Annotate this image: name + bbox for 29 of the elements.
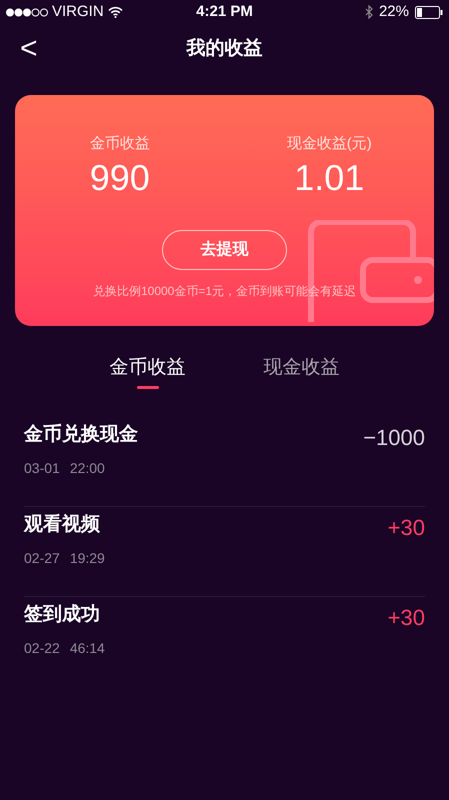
record-time: 46:14: [70, 639, 105, 658]
record-date: 02-27: [24, 549, 60, 568]
exchange-note: 兑换比例10000金币=1元，金币到账可能会有延迟: [92, 282, 356, 300]
stat-value: 990: [90, 158, 150, 198]
page-title: 我的收益: [186, 36, 262, 61]
stat-value: 1.01: [294, 158, 364, 198]
record-title: 观看视频: [24, 512, 101, 536]
record-time: 19:29: [70, 549, 105, 568]
back-button[interactable]: <: [20, 34, 38, 64]
clock-time: 4:21 PM: [196, 2, 253, 22]
record-amount: −1000: [363, 424, 425, 452]
tab[interactable]: 金币收益: [110, 354, 186, 388]
record-amount: +30: [388, 604, 425, 632]
record-title: 签到成功: [24, 602, 101, 626]
signal-icon: [6, 8, 48, 16]
battery-percent: 22%: [378, 2, 409, 22]
stat-label: 金币收益: [90, 134, 150, 154]
record-time: 22:00: [70, 459, 105, 478]
record-date: 03-01: [24, 459, 60, 478]
carrier-name: VIRGIN: [52, 2, 104, 22]
tab[interactable]: 现金收益: [264, 354, 340, 388]
record-amount: +30: [388, 514, 425, 542]
bluetooth-icon: [364, 5, 373, 19]
stat-label: 现金收益(元): [286, 134, 372, 154]
tab-indicator: [136, 386, 158, 388]
battery-icon: [414, 6, 443, 18]
record-title: 金币兑换现金: [24, 422, 138, 446]
wifi-icon: [108, 6, 123, 18]
record-date: 02-22: [24, 639, 60, 658]
